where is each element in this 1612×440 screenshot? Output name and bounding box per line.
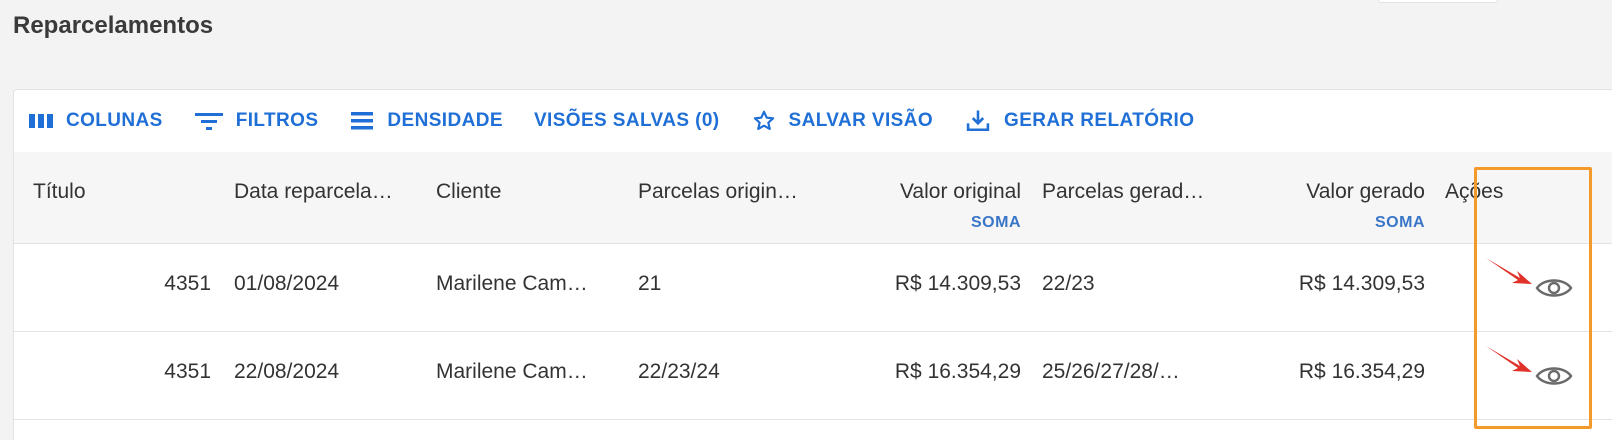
download-icon	[964, 107, 992, 135]
table-header-row: Título Data reparcela… Cliente Parcelas …	[14, 152, 1612, 244]
data-grid: COLUNAS FILTROS DENSIDADE VISÕES SALVAS …	[13, 89, 1612, 440]
cell-valor-original: R$ 14.309,53	[894, 272, 1021, 295]
table-row[interactable]: 4351 01/08/2024 Marilene Cam… 21 R$ 14.3…	[14, 244, 1612, 332]
saved-views-button[interactable]: VISÕES SALVAS (0)	[534, 110, 720, 132]
cell-titulo: 4351	[164, 360, 211, 383]
cell-parcelas-originais: 22/23/24	[638, 360, 720, 383]
save-view-button-label: SALVAR VISÃO	[788, 110, 934, 131]
annotation-arrow	[1486, 346, 1532, 372]
header-parcelas-geradas[interactable]: Parcelas gerad…	[1042, 180, 1232, 204]
cell-parcelas-originais: 21	[638, 272, 662, 295]
grid-toolbar: COLUNAS FILTROS DENSIDADE VISÕES SALVAS …	[14, 90, 1612, 152]
eye-icon[interactable]	[1534, 359, 1574, 393]
cell-valor-gerado: R$ 16.354,29	[1298, 360, 1425, 383]
header-valor-original[interactable]: Valor original	[834, 180, 1021, 204]
save-view-button[interactable]: SALVAR VISÃO	[751, 108, 934, 134]
density-icon	[349, 110, 375, 132]
density-button[interactable]: DENSIDADE	[349, 110, 503, 132]
page-title: Reparcelamentos	[13, 12, 214, 39]
top-right-edge-box	[1378, 0, 1498, 3]
star-icon	[751, 108, 777, 134]
cell-cliente: Marilene Cam…	[436, 360, 588, 383]
cell-titulo: 4351	[164, 272, 211, 295]
header-acoes: Ações	[1445, 180, 1504, 203]
header-cliente[interactable]: Cliente	[436, 180, 501, 204]
generate-report-button-label: GERAR RELATÓRIO	[1004, 110, 1195, 131]
cell-data: 22/08/2024	[234, 360, 340, 383]
valor-original-sum-label: SOMA	[971, 214, 1021, 231]
annotation-arrow	[1486, 258, 1532, 284]
cell-valor-original: R$ 16.354,29	[894, 360, 1021, 383]
table-row[interactable]: 4351 22/08/2024 Marilene Cam… 22/23/24 R…	[14, 332, 1612, 420]
cell-data: 01/08/2024	[234, 272, 340, 295]
cell-valor-gerado: R$ 14.309,53	[1298, 272, 1425, 295]
cell-parcelas-geradas: 22/23	[1042, 272, 1095, 295]
valor-gerado-sum-label: SOMA	[1375, 214, 1425, 231]
columns-icon	[28, 111, 54, 131]
saved-views-button-label: VISÕES SALVAS (0)	[533, 110, 720, 131]
filters-button[interactable]: FILTROS	[194, 110, 319, 132]
cell-parcelas-geradas: 25/26/27/28/…	[1042, 360, 1180, 383]
columns-button[interactable]: COLUNAS	[28, 110, 163, 132]
columns-button-label: COLUNAS	[66, 110, 163, 131]
filters-button-label: FILTROS	[235, 110, 319, 131]
header-data-reparcelamento[interactable]: Data reparcela…	[234, 180, 419, 204]
density-button-label: DENSIDADE	[387, 110, 503, 131]
header-valor-gerado[interactable]: Valor gerado	[1244, 180, 1425, 204]
filter-icon	[194, 110, 224, 132]
generate-report-button[interactable]: GERAR RELATÓRIO	[964, 107, 1194, 135]
header-titulo[interactable]: Título	[33, 180, 86, 204]
eye-icon[interactable]	[1534, 271, 1574, 305]
header-parcelas-originais[interactable]: Parcelas origin…	[638, 180, 828, 204]
cell-cliente: Marilene Cam…	[436, 272, 588, 295]
